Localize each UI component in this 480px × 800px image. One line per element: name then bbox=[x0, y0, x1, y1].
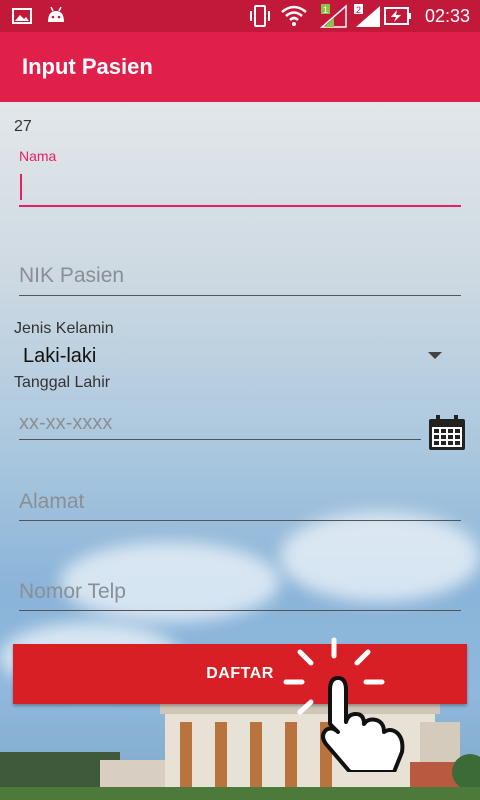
birthdate-field-wrapper bbox=[19, 412, 421, 435]
wifi-icon bbox=[281, 5, 307, 26]
form-container: 27 Nama Jenis Kelamin Laki-laki Tanggal … bbox=[0, 102, 480, 800]
signal-2-icon: 2 bbox=[354, 4, 380, 27]
birthdate-underline bbox=[19, 439, 421, 440]
alamat-field-wrapper bbox=[19, 490, 461, 514]
gender-select[interactable]: Laki-laki bbox=[23, 345, 96, 368]
nik-underline bbox=[19, 295, 461, 296]
android-icon bbox=[48, 6, 64, 22]
nama-label: Nama bbox=[19, 148, 57, 164]
page-title: Input Pasien bbox=[22, 54, 153, 79]
record-counter: 27 bbox=[14, 118, 32, 135]
nama-field-wrapper bbox=[19, 172, 461, 196]
nik-field-wrapper bbox=[19, 264, 461, 288]
vibrate-icon bbox=[250, 5, 270, 27]
text-cursor bbox=[20, 174, 22, 200]
battery-charging-icon bbox=[384, 7, 411, 25]
alamat-input[interactable] bbox=[19, 490, 461, 514]
telp-field-wrapper bbox=[19, 580, 461, 604]
nama-input[interactable] bbox=[19, 172, 461, 196]
telp-underline bbox=[19, 610, 461, 611]
dropdown-arrow-icon[interactable] bbox=[428, 352, 442, 359]
svg-text:2: 2 bbox=[356, 5, 361, 15]
gallery-icon bbox=[12, 8, 32, 24]
status-bar: 1 2 02:33 bbox=[0, 0, 480, 32]
nik-input[interactable] bbox=[19, 264, 461, 288]
nama-underline bbox=[19, 205, 461, 207]
signal-1-icon: 1 bbox=[320, 4, 347, 28]
alamat-underline bbox=[19, 520, 461, 521]
app-bar: Input Pasien bbox=[0, 32, 480, 102]
svg-text:1: 1 bbox=[323, 5, 328, 15]
birthdate-label: Tanggal Lahir bbox=[14, 374, 111, 391]
birthdate-input[interactable] bbox=[19, 412, 421, 435]
tap-hand-icon bbox=[283, 637, 405, 772]
telp-input[interactable] bbox=[19, 580, 461, 604]
status-time: 02:33 bbox=[424, 6, 470, 26]
gender-label: Jenis Kelamin bbox=[14, 320, 114, 337]
calendar-icon[interactable] bbox=[428, 414, 466, 452]
